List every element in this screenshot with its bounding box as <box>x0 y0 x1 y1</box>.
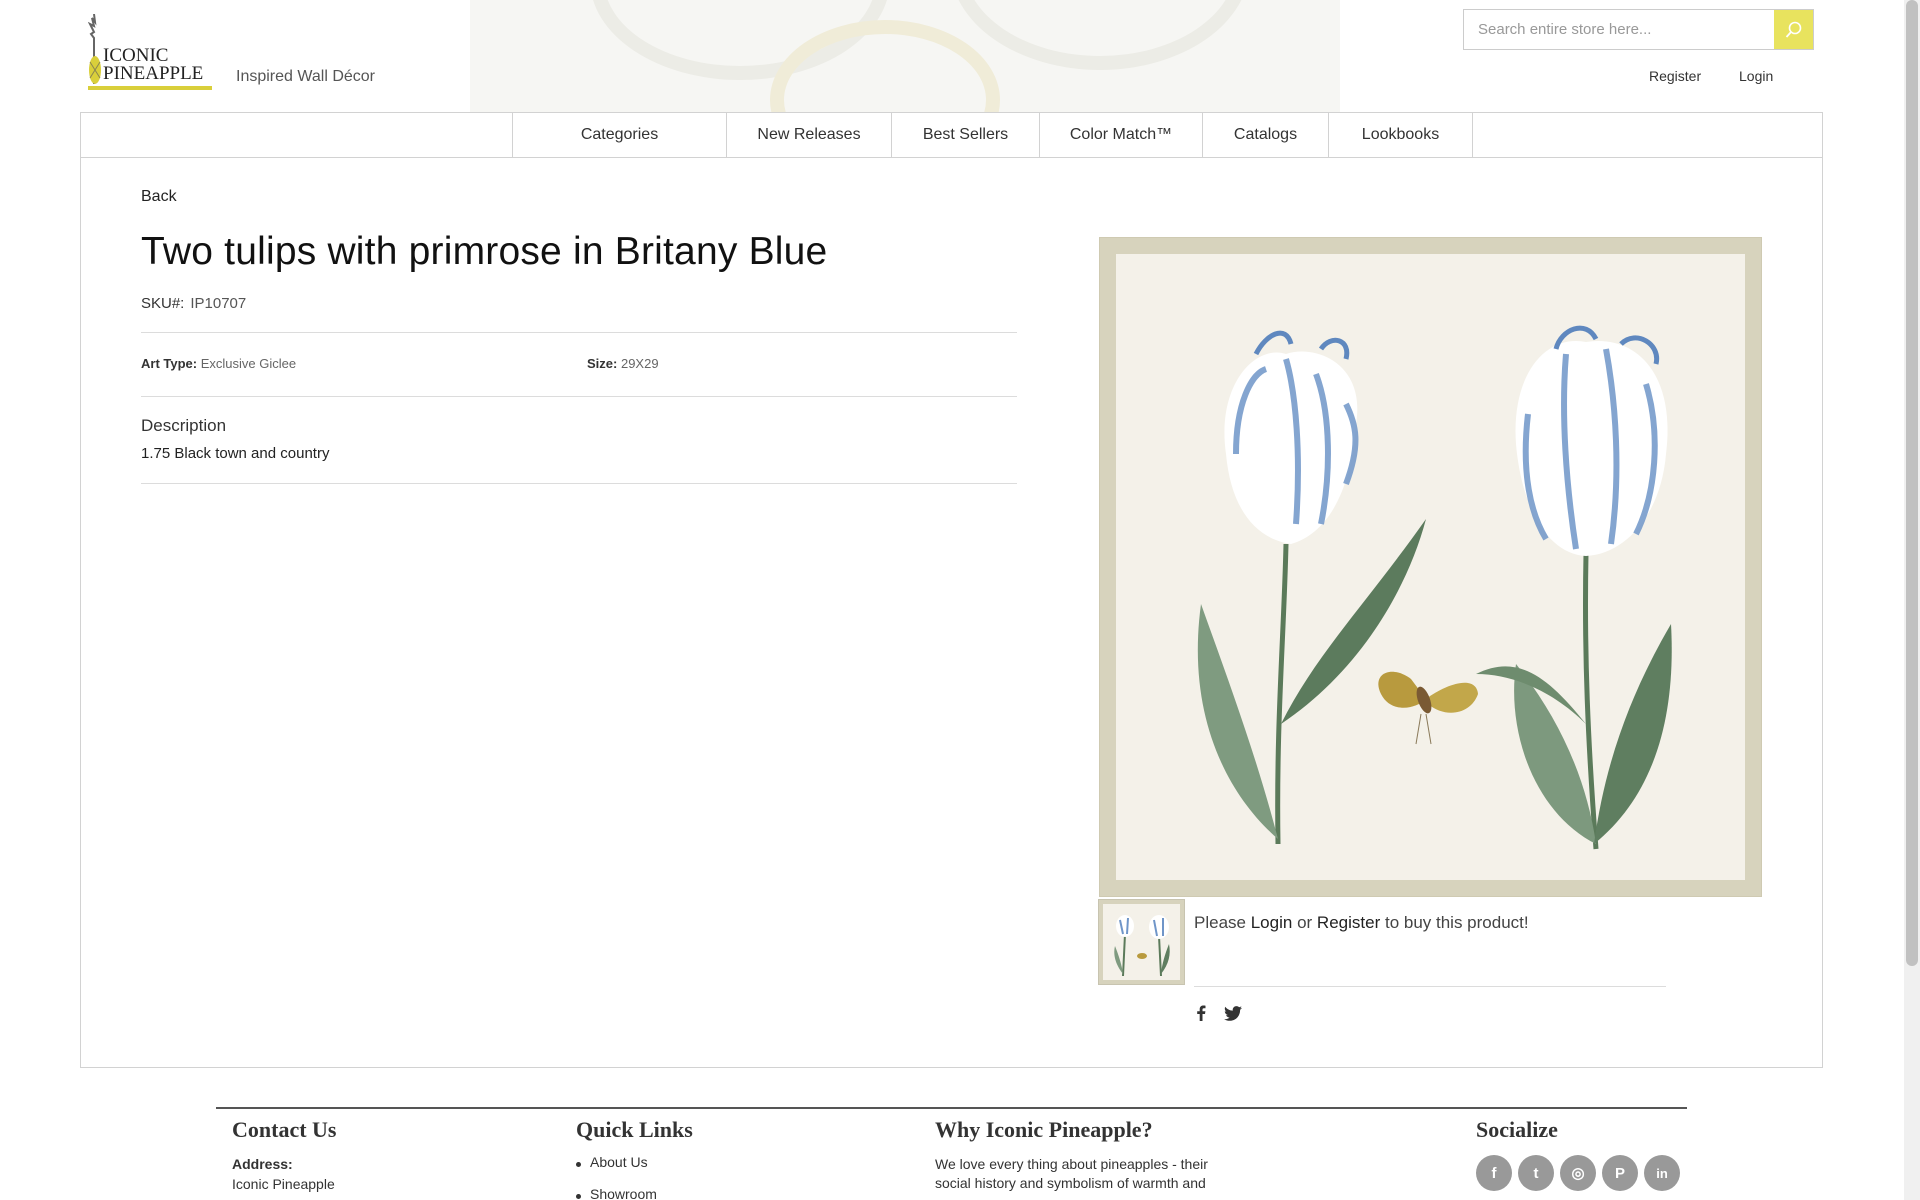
sku: SKU#: IP10707 <box>141 295 246 312</box>
art-type: Art Type: Exclusive Giclee <box>141 356 296 371</box>
product-image[interactable] <box>1099 237 1762 897</box>
sku-label: SKU#: <box>141 295 185 312</box>
product-frame: Categories New Releases Best Sellers Col… <box>80 112 1823 1068</box>
footer-quick-links-heading: Quick Links <box>576 1117 693 1142</box>
twitter-icon[interactable] <box>1224 1003 1242 1023</box>
nav-item-color-match[interactable]: Color Match™ <box>1040 113 1203 157</box>
product-image-canvas <box>1116 254 1745 880</box>
login-prompt-or: or <box>1297 913 1313 932</box>
footer-socialize-heading: Socialize <box>1476 1117 1558 1142</box>
facebook-icon[interactable] <box>1192 1003 1210 1023</box>
main-nav: Categories New Releases Best Sellers Col… <box>81 113 1822 158</box>
footer-address-line: Iconic Pineapple <box>232 1176 335 1192</box>
logo-wordmark: ICONIC PINEAPPLE <box>103 46 204 84</box>
product-thumbnail[interactable] <box>1098 899 1185 985</box>
footer-twitter-icon[interactable]: t <box>1518 1155 1554 1191</box>
search-icon <box>1785 21 1801 38</box>
share-divider <box>1194 986 1666 987</box>
divider <box>141 332 1017 333</box>
tulip-thumbnail-image <box>1114 915 1170 977</box>
nav-item-lookbooks[interactable]: Lookbooks <box>1329 113 1473 157</box>
back-link[interactable]: Back <box>141 188 177 206</box>
footer-facebook-icon[interactable]: f <box>1476 1155 1512 1191</box>
login-prompt: Please Login or Register to buy this pro… <box>1194 913 1529 933</box>
size-value: 29X29 <box>620 356 659 371</box>
description-heading: Description <box>141 416 227 435</box>
sku-value: IP10707 <box>190 295 247 312</box>
pineapple-logo-icon <box>88 14 101 84</box>
art-type-label: Art Type: <box>141 356 198 371</box>
footer-divider <box>216 1107 1687 1109</box>
footer-contact-heading: Contact Us <box>232 1117 337 1142</box>
site-header: ICONIC PINEAPPLE Inspired Wall Décor Reg… <box>0 0 1920 112</box>
footer-why-heading: Why Iconic Pineapple? <box>935 1117 1153 1142</box>
divider <box>141 396 1017 397</box>
nav-item-catalogs[interactable]: Catalogs <box>1203 113 1329 157</box>
size-label: Size: <box>587 356 618 371</box>
size: Size: 29X29 <box>587 356 659 371</box>
scrollbar-thumb[interactable] <box>1906 0 1918 966</box>
login-prompt-suffix: to buy this product! <box>1384 913 1529 932</box>
search-button[interactable] <box>1774 10 1813 49</box>
search-box <box>1463 9 1814 50</box>
footer-address-label: Address: <box>232 1156 293 1172</box>
bullet <box>576 1194 581 1199</box>
art-type-value: Exclusive Giclee <box>200 356 297 371</box>
login-prompt-prefix: Please <box>1194 913 1246 932</box>
nav-item-best-sellers[interactable]: Best Sellers <box>892 113 1040 157</box>
footer-pinterest-icon[interactable]: P <box>1602 1155 1638 1191</box>
footer-instagram-icon[interactable]: ◎ <box>1560 1155 1596 1191</box>
product-thumbnail-canvas <box>1103 904 1180 980</box>
tulip-artwork-image <box>1197 325 1672 850</box>
tagline: Inspired Wall Décor <box>236 68 376 85</box>
footer-why-text-2: social history and symbolism of warmth a… <box>935 1175 1206 1191</box>
nav-item-new-releases[interactable]: New Releases <box>727 113 892 157</box>
logo[interactable]: ICONIC PINEAPPLE <box>88 14 214 90</box>
footer-link-showroom[interactable]: Showroom <box>590 1186 657 1200</box>
product-title: Two tulips with primrose in Britany Blue <box>141 230 828 273</box>
buy-register-link[interactable]: Register <box>1317 913 1380 932</box>
header-decoration <box>470 0 1340 112</box>
register-link[interactable]: Register <box>1649 68 1701 84</box>
buy-login-link[interactable]: Login <box>1251 913 1293 932</box>
footer-linkedin-icon[interactable]: in <box>1644 1155 1680 1191</box>
description-text: 1.75 Black town and country <box>141 445 330 462</box>
divider <box>141 483 1017 484</box>
logo-line-2: PINEAPPLE <box>103 63 204 84</box>
search-input[interactable] <box>1464 10 1774 49</box>
login-link[interactable]: Login <box>1739 68 1773 84</box>
page-scrollbar[interactable] <box>1904 0 1920 1200</box>
footer-link-about-us[interactable]: About Us <box>590 1154 648 1170</box>
footer-why-text-1: We love every thing about pineapples - t… <box>935 1156 1208 1172</box>
bullet <box>576 1162 581 1167</box>
logo-underline <box>88 86 212 90</box>
nav-item-categories[interactable]: Categories <box>512 113 727 157</box>
